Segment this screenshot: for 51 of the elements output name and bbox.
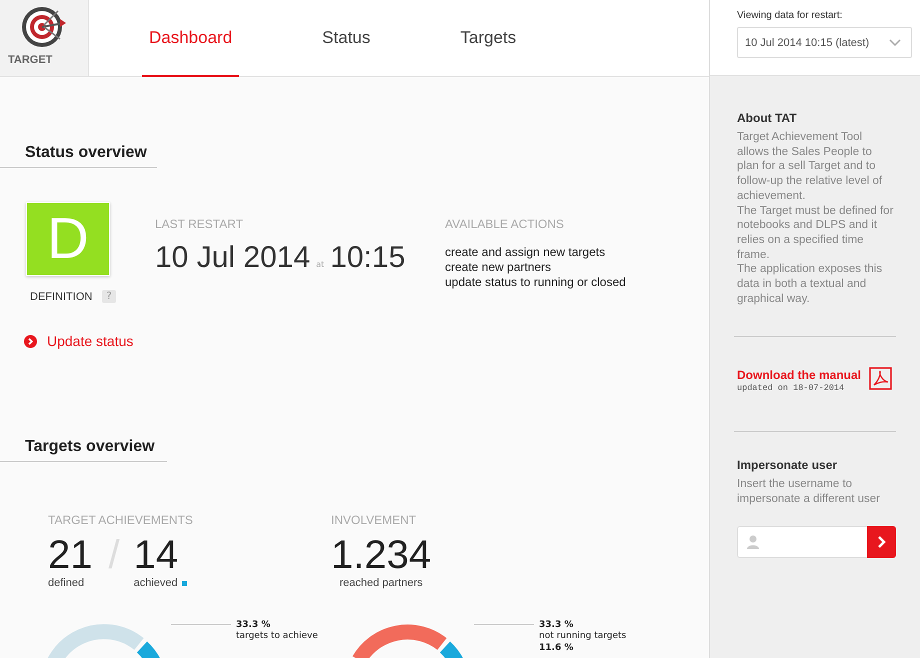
achieved-count: 14 [134, 533, 180, 577]
restart-date: 10 Jul 2014 [155, 241, 310, 275]
action-text: create and assign new targets [445, 245, 606, 260]
leader-line [171, 624, 231, 625]
pdf-icon [869, 367, 892, 390]
username-field[interactable] [737, 526, 867, 558]
status-label: DEFINITION [30, 290, 92, 302]
picker-label: Viewing data for restart: [737, 10, 844, 21]
updated-text: updated on 18-07-2014 [737, 383, 846, 394]
caret-icon [889, 39, 901, 46]
caption: TARGET ACHIEVEMENTS [48, 513, 194, 527]
target-icon [20, 5, 68, 49]
defined-label: defined [48, 577, 86, 589]
logo-text: TARGET [8, 54, 52, 66]
action-text: update status to running or closed [445, 275, 626, 290]
callout-value: 11.6 % [539, 643, 574, 654]
section-title: Status overview [0, 144, 157, 168]
chevron-icon [876, 534, 887, 549]
partners-count: 1.234 [331, 533, 432, 577]
chevron-circle-icon [24, 334, 37, 348]
nav-tab[interactable]: Targets [453, 0, 524, 77]
caption: LAST RESTART [155, 217, 244, 231]
caption: AVAILABLE ACTIONS [445, 217, 565, 231]
leader-line [474, 624, 534, 625]
callout-label: not running targets [539, 631, 626, 642]
callout-label: targets to achieve [236, 631, 318, 642]
callout-value: 33.3 % [236, 620, 272, 631]
callout-value: 33.3 % [539, 620, 574, 631]
nav-tab[interactable]: Dashboard [142, 0, 240, 77]
caption: INVOLVEMENT [331, 513, 418, 527]
restart-time: 10:15 [330, 241, 406, 275]
about-text: Target Achievement Tool allows the Sales People to plan for a sell Target and to follow-up the relative level of achievement. [737, 130, 884, 204]
action-text: create new partners [445, 260, 552, 275]
nav-tab[interactable]: Status [315, 0, 378, 77]
achieved-label: achieved [134, 577, 178, 589]
user-icon [746, 534, 760, 550]
status-badge: D [26, 202, 110, 276]
submit-button[interactable] [867, 526, 896, 558]
sidebar-text: Insert the username to impersonate a different user [737, 477, 881, 507]
update-status-link[interactable]: Update status [47, 333, 134, 349]
about-text: The application exposes this data in both a textual and graphical way. [737, 262, 884, 306]
sidebar-title: Impersonate user [737, 458, 838, 472]
about-text: The Target must be defined for notebooks and DLPS and it relies on a specified time frame. [737, 204, 894, 262]
defined-count: 21 [48, 533, 92, 577]
download-manual-link[interactable]: Download the manual [737, 368, 862, 382]
separator-text: / [108, 533, 120, 577]
partners-label: reached partners [339, 577, 423, 589]
section-title: Targets overview [0, 438, 167, 462]
at-text: at [316, 260, 324, 269]
restart-dropdown[interactable]: 10 Jul 2014 10:15 (latest) [737, 27, 912, 58]
sidebar-title: About TAT [737, 111, 798, 125]
